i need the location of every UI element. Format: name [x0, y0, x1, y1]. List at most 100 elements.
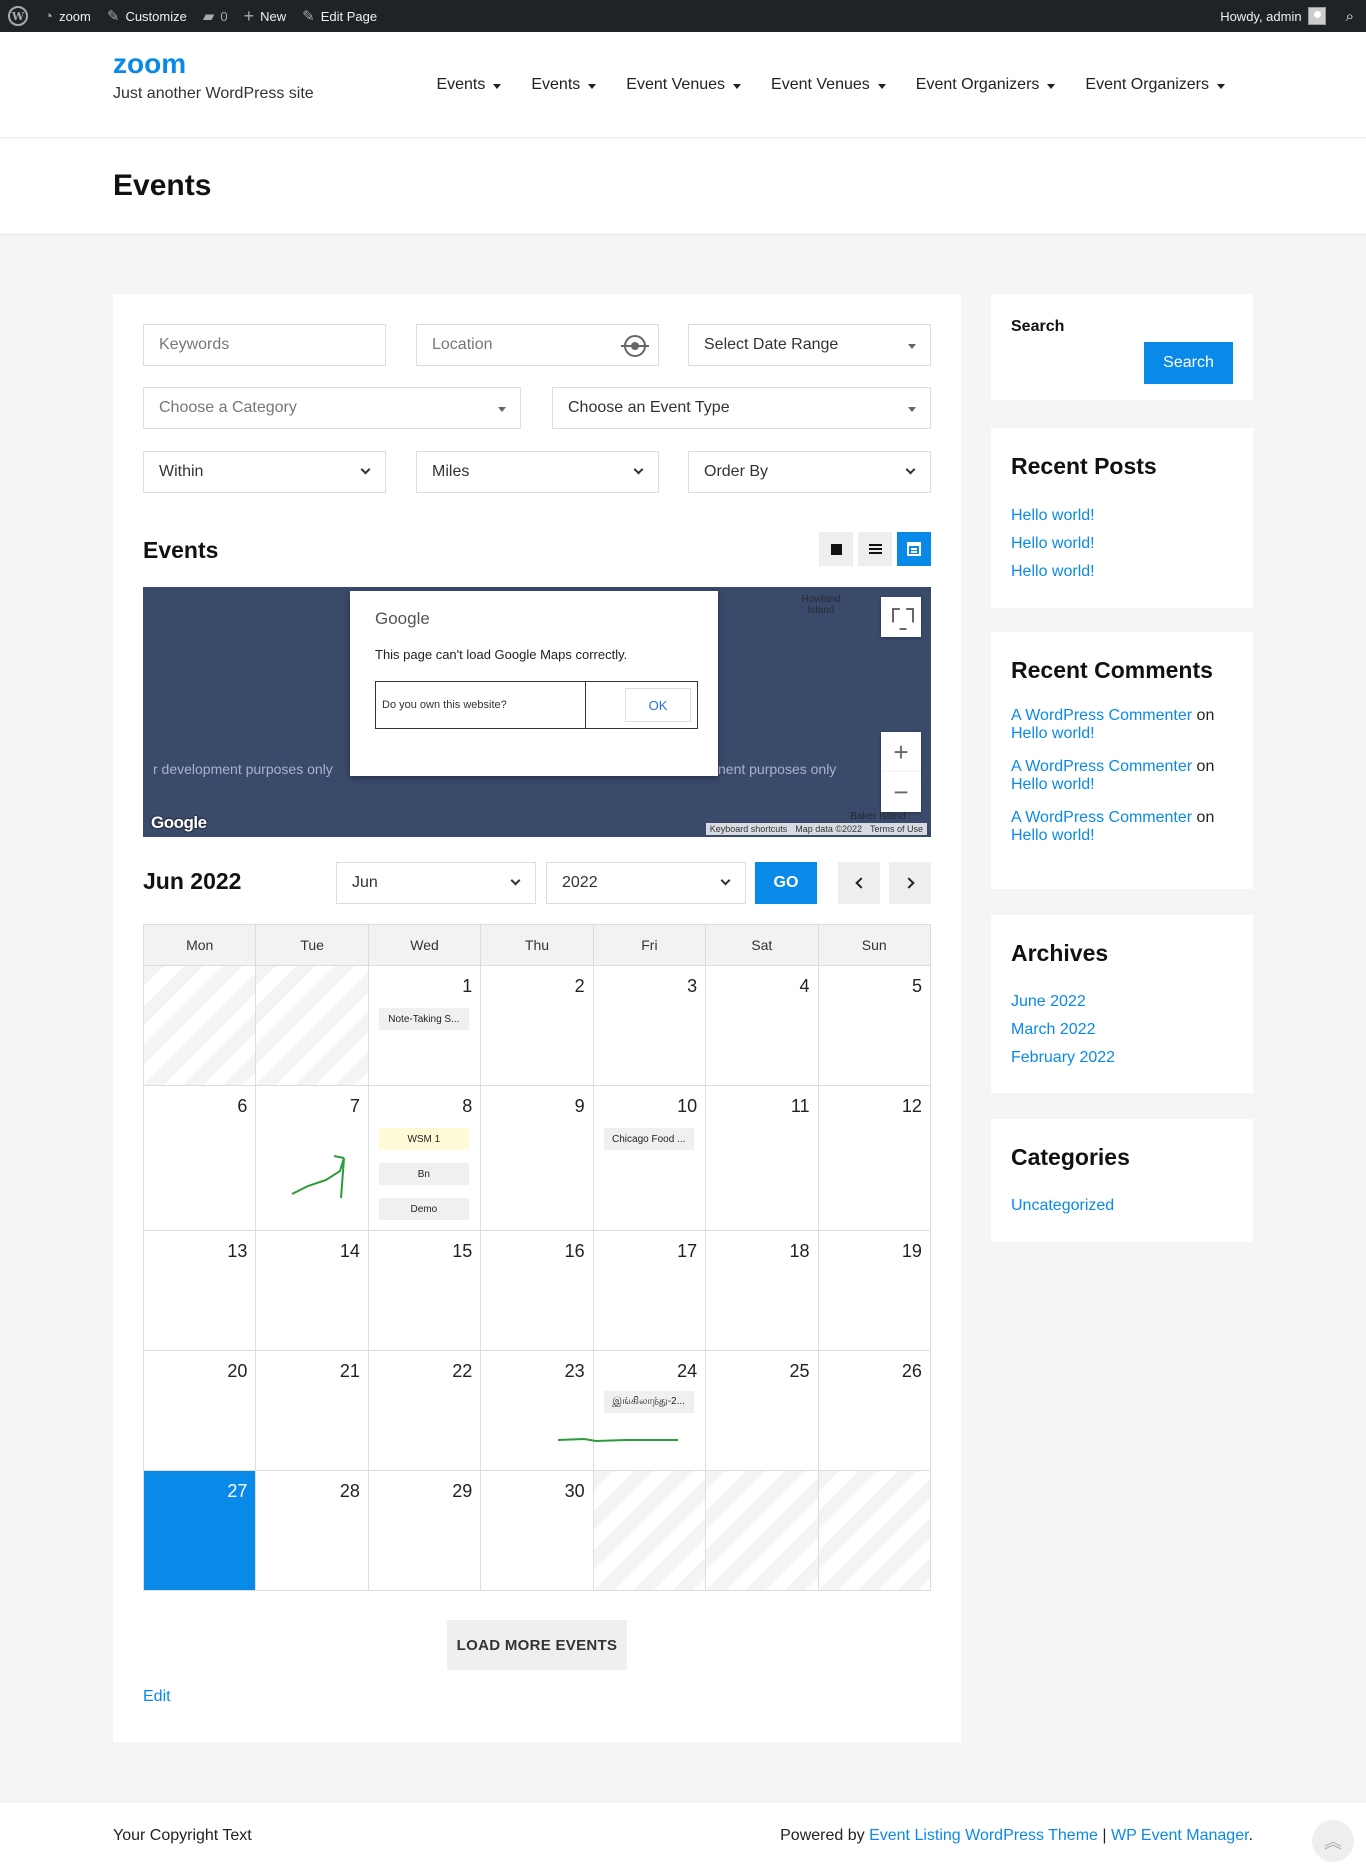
- archive-link[interactable]: February 2022: [1011, 1049, 1115, 1067]
- map-zoom-out-button[interactable]: −: [881, 772, 921, 812]
- day-number: 26: [901, 1361, 922, 1381]
- go-button[interactable]: GO: [755, 862, 817, 904]
- calendar-day[interactable]: 22: [368, 1351, 482, 1471]
- calendar-event[interactable]: Note-Taking S...: [378, 1008, 469, 1030]
- recent-post-link[interactable]: Hello world!: [1011, 563, 1095, 581]
- edit-page-menu[interactable]: ✎ Edit Page: [294, 0, 385, 32]
- location-input[interactable]: Location: [416, 324, 659, 366]
- calendar-day[interactable]: 16: [481, 1231, 594, 1351]
- adminbar-search[interactable]: ⌕: [1334, 0, 1366, 32]
- event-type-select[interactable]: Choose an Event Type: [552, 387, 931, 429]
- map-fullscreen-button[interactable]: [881, 597, 921, 637]
- calendar-day[interactable]: 30: [481, 1471, 594, 1591]
- nav-item-event-organizers-2[interactable]: Event Organizers: [1070, 76, 1240, 94]
- calendar-day-today[interactable]: 27: [144, 1471, 257, 1591]
- calendar-day[interactable]: 4: [706, 966, 819, 1086]
- calendar-day[interactable]: 26: [818, 1351, 931, 1471]
- locate-icon[interactable]: [621, 335, 649, 357]
- calendar-day[interactable]: 3: [593, 966, 707, 1086]
- calendar-day[interactable]: 29: [368, 1471, 482, 1591]
- calendar-day[interactable]: 11: [706, 1086, 819, 1231]
- calendar-day[interactable]: 23: [481, 1351, 679, 1471]
- nav-item-event-venues[interactable]: Event Venues: [611, 76, 756, 94]
- calendar-day[interactable]: 28: [256, 1471, 369, 1591]
- calendar-view-button[interactable]: [897, 532, 931, 566]
- day-number: 4: [799, 976, 810, 996]
- calendar-day[interactable]: 1 Note-Taking S...: [368, 966, 482, 1086]
- calendar-day[interactable]: 24 இங்கிலாந்து-2...: [593, 1351, 707, 1471]
- calendar-day[interactable]: 14: [256, 1231, 369, 1351]
- plugin-link[interactable]: WP Event Manager: [1111, 1827, 1249, 1844]
- load-more-button[interactable]: LOAD MORE EVENTS: [447, 1620, 627, 1670]
- site-title[interactable]: zoom: [113, 48, 186, 80]
- calendar-day[interactable]: 25: [706, 1351, 819, 1471]
- next-month-button[interactable]: [889, 862, 931, 904]
- calendar-event[interactable]: Chicago Food ...: [603, 1128, 694, 1150]
- calendar-day[interactable]: 6: [144, 1086, 257, 1231]
- calendar-event[interactable]: WSM 1: [378, 1128, 469, 1150]
- calendar-day[interactable]: 10 Chicago Food ...: [593, 1086, 707, 1231]
- calendar-day[interactable]: 18: [706, 1231, 819, 1351]
- archive-link[interactable]: June 2022: [1011, 993, 1086, 1011]
- calendar-day[interactable]: 20: [144, 1351, 257, 1471]
- wp-logo-menu[interactable]: W: [0, 0, 36, 32]
- calendar-day[interactable]: 7: [256, 1086, 369, 1231]
- theme-link[interactable]: Event Listing WordPress Theme: [869, 1827, 1098, 1844]
- recent-post-link[interactable]: Hello world!: [1011, 507, 1095, 525]
- within-select[interactable]: Within: [143, 451, 386, 493]
- comment-author-link[interactable]: A WordPress Commenter: [1011, 758, 1192, 775]
- list-view-button[interactable]: [858, 532, 892, 566]
- box-view-button[interactable]: [819, 532, 853, 566]
- recent-post-link[interactable]: Hello world!: [1011, 535, 1095, 553]
- calendar-day[interactable]: 13: [144, 1231, 257, 1351]
- comment-post-link[interactable]: Hello world!: [1011, 725, 1095, 742]
- calendar-event[interactable]: இங்கிலாந்து-2...: [603, 1391, 694, 1413]
- customize-menu[interactable]: ✎ Customize: [99, 0, 195, 32]
- calendar-event[interactable]: Demo: [378, 1198, 469, 1220]
- nav-item-event-organizers[interactable]: Event Organizers: [901, 76, 1071, 94]
- year-select[interactable]: 2022: [546, 862, 746, 904]
- calendar-day[interactable]: 12: [818, 1086, 931, 1231]
- events-map[interactable]: r development purposes only nent purpose…: [143, 587, 931, 837]
- dialog-ok-button[interactable]: OK: [625, 688, 691, 722]
- caret-down-icon: [733, 83, 742, 89]
- calendar-day[interactable]: 5: [818, 966, 931, 1086]
- search-button[interactable]: Search: [1144, 342, 1233, 384]
- calendar-day[interactable]: 2: [481, 966, 594, 1086]
- calendar-day[interactable]: 8 WSM 1 Bn Demo: [368, 1086, 482, 1231]
- calendar-week: 6 7 8 WSM 1 Bn Demo 9 10 Chicago Food ...…: [144, 1086, 931, 1231]
- map-zoom-in-button[interactable]: +: [881, 732, 921, 772]
- calendar-day[interactable]: 15: [368, 1231, 482, 1351]
- calendar-day[interactable]: 17: [593, 1231, 707, 1351]
- dialog-question-link[interactable]: Do you own this website?: [376, 682, 586, 728]
- new-menu[interactable]: + New: [236, 0, 295, 32]
- comments-menu[interactable]: ▰ 0: [195, 0, 236, 32]
- calendar-day[interactable]: 21: [256, 1351, 369, 1471]
- nav-item-events[interactable]: Events: [421, 76, 516, 94]
- nav-item-events-2[interactable]: Events: [516, 76, 611, 94]
- order-by-select[interactable]: Order By: [688, 451, 931, 493]
- month-select[interactable]: Jun: [336, 862, 536, 904]
- calendar-day[interactable]: 9: [481, 1086, 594, 1231]
- comment-post-link[interactable]: Hello world!: [1011, 776, 1095, 793]
- comment-post-link[interactable]: Hello world!: [1011, 827, 1095, 844]
- site-menu[interactable]: ◔ zoom: [36, 0, 99, 32]
- edit-link[interactable]: Edit: [143, 1688, 171, 1706]
- events-main-card: Keywords Location Select Date Range Choo…: [113, 294, 961, 1742]
- nav-item-event-venues-2[interactable]: Event Venues: [756, 76, 901, 94]
- scroll-to-top-button[interactable]: ︽: [1312, 1820, 1354, 1862]
- comment-author-link[interactable]: A WordPress Commenter: [1011, 809, 1192, 826]
- date-range-select[interactable]: Select Date Range: [688, 324, 931, 366]
- search-widget-title: Search: [1011, 318, 1065, 335]
- category-select[interactable]: Choose a Category: [143, 387, 521, 429]
- prev-month-button[interactable]: [838, 862, 880, 904]
- calendar-event[interactable]: Bn: [378, 1163, 469, 1185]
- comment-author-link[interactable]: A WordPress Commenter: [1011, 707, 1192, 724]
- maps-error-dialog: Google This page can't load Google Maps …: [350, 591, 718, 776]
- keywords-input[interactable]: Keywords: [143, 324, 386, 366]
- calendar-day[interactable]: 19: [818, 1231, 931, 1351]
- archive-link[interactable]: March 2022: [1011, 1021, 1096, 1039]
- category-link[interactable]: Uncategorized: [1011, 1197, 1114, 1215]
- account-menu[interactable]: Howdy, admin: [1212, 0, 1333, 32]
- miles-select[interactable]: Miles: [416, 451, 659, 493]
